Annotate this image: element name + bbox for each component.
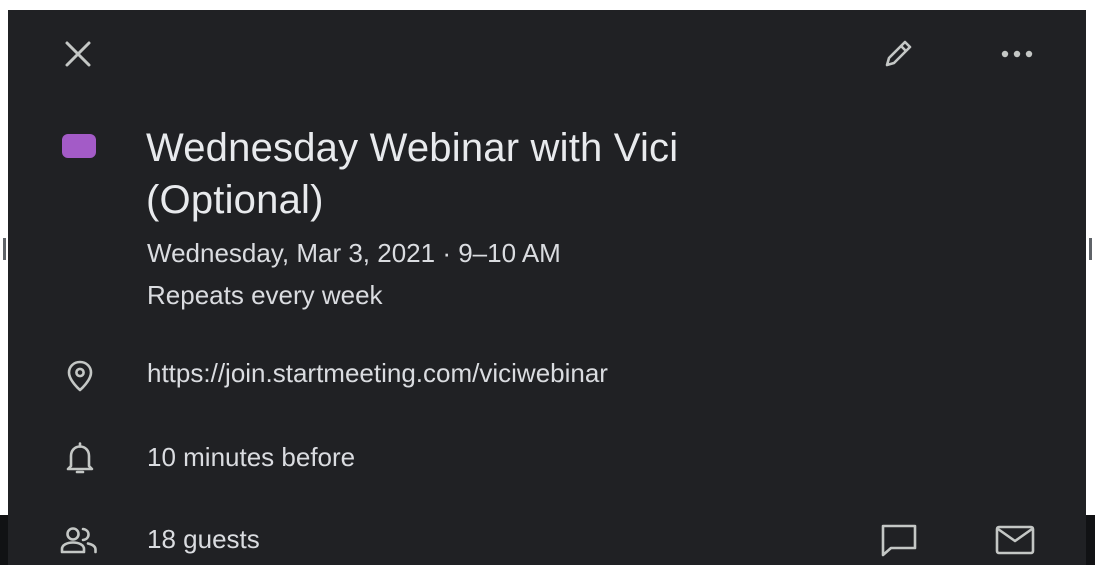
email-button[interactable] [990,518,1040,562]
event-recurrence: Repeats every week [147,280,383,310]
right-edge-mark [1089,238,1092,260]
event-title-line-1: Wednesday Webinar with Vici [146,126,679,170]
event-datetime: Wednesday, Mar 3, 2021 · 9–10 AM [147,238,561,268]
edit-button[interactable] [876,32,920,76]
event-title: Wednesday Webinar with Vici (Optional) [146,122,866,226]
calendar-color-swatch [62,134,96,158]
chat-icon [879,522,919,558]
bell-icon [60,438,100,478]
chat-button[interactable] [874,518,924,562]
close-button[interactable] [58,34,98,74]
event-location-link[interactable]: https://join.startmeeting.com/viciwebina… [147,356,608,390]
event-title-line-2: (Optional) [146,178,324,222]
location-pin-icon [60,356,100,396]
pencil-icon [880,36,916,72]
event-guests[interactable]: 18 guests [147,522,260,556]
event-details-panel: Wednesday Webinar with Vici (Optional) W… [8,10,1086,565]
left-edge-mark [3,238,6,260]
people-icon [54,520,104,560]
more-options-button[interactable] [992,32,1042,76]
event-reminder: 10 minutes before [147,442,356,472]
mail-icon [994,524,1036,556]
close-icon [63,39,93,69]
more-horizontal-icon [997,47,1037,61]
